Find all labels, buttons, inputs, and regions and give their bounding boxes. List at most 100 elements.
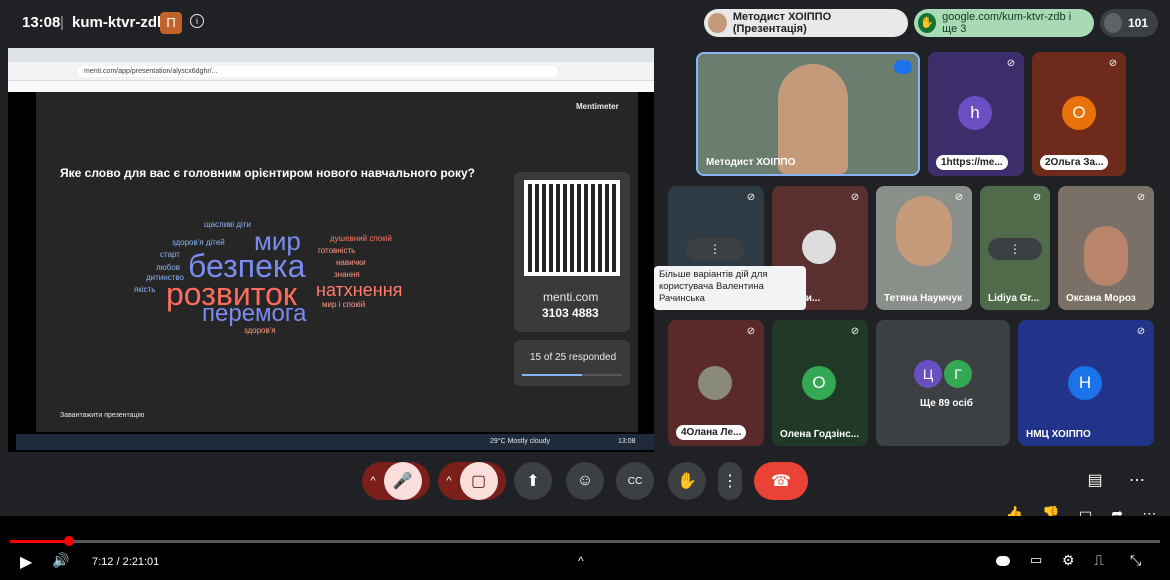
qr-pattern — [528, 184, 616, 272]
mic-off-icon: ⊘ — [1136, 192, 1146, 203]
chat-icon[interactable]: ▤ — [1080, 466, 1110, 496]
mic-off-icon: ⊘ — [850, 326, 860, 337]
present-screen-icon[interactable]: ⬆ — [514, 462, 552, 500]
mic-off-icon: ⊘ — [850, 192, 860, 203]
end-call-icon[interactable]: ☎ — [754, 462, 808, 500]
address-bar[interactable]: menti.com/app/presentation/alyscx6dghr/.… — [78, 66, 558, 77]
avatar: Г — [944, 360, 972, 388]
video-player-bar — [0, 516, 1170, 580]
tile-name: Методист ХОІППО — [706, 157, 796, 168]
avatar: Н — [1068, 366, 1102, 400]
avatar: h — [958, 96, 992, 130]
autoplay-toggle-icon[interactable] — [996, 556, 1010, 566]
presenter-badge[interactable]: Методист ХОІППО (Презентація) — [704, 9, 908, 37]
people-icon — [1104, 13, 1122, 33]
mic-off-icon: ⊘ — [1136, 326, 1146, 337]
link-pill[interactable]: ✋ google.com/kum-ktvr-zdb і ще 3 — [914, 9, 1094, 37]
more-options-icon[interactable]: ⋮ — [718, 462, 742, 500]
avatar: О — [802, 366, 836, 400]
mic-off-icon: ⊘ — [746, 192, 756, 203]
others-label: Ще 89 осіб — [920, 398, 973, 409]
tile-name: Тетяна Наумчук — [884, 293, 963, 304]
chevron-up-icon[interactable]: ^ — [370, 475, 375, 487]
raise-hand-icon[interactable]: ✋ — [668, 462, 706, 500]
participants-button[interactable]: 101 — [1100, 9, 1158, 37]
volume-icon[interactable]: 🔊 — [52, 552, 69, 569]
slide-question: Яке слово для вас є головним орієнтиром … — [60, 166, 476, 180]
tile-name: 1https://me... — [936, 155, 1008, 170]
camera-control[interactable]: ^ ▢ — [438, 462, 506, 500]
link-text: google.com/kum-ktvr-zdb і ще 3 — [942, 11, 1072, 35]
chevron-up-icon[interactable]: ^ — [578, 554, 584, 568]
word-cloud-word: знання — [334, 270, 360, 279]
presenter-label: Методист ХОІППО (Презентація) — [732, 11, 832, 35]
menti-site: menti.com — [543, 290, 599, 304]
info-icon[interactable]: i — [190, 14, 204, 28]
tooltip: Більше варіантів дій для користувача Вал… — [654, 266, 806, 310]
settings-icon[interactable]: ⚙ — [1062, 552, 1075, 569]
fullscreen-exit-icon[interactable]: ⤡ — [1130, 552, 1141, 569]
footer-button[interactable]: Завантажити презентацію — [60, 412, 144, 419]
room-icon[interactable]: П — [160, 12, 182, 34]
chevron-up-icon[interactable]: ^ — [446, 475, 451, 487]
response-progress — [522, 374, 622, 376]
participant-tile-olana[interactable]: ⊘ 4Олана Ле... — [668, 320, 764, 446]
participant-tile-presenter[interactable]: Методист ХОІППО — [696, 52, 920, 176]
participant-video — [1084, 226, 1128, 286]
meeting-time: 13:08 — [22, 14, 61, 31]
tile-name: Lidiya Gr... — [988, 293, 1040, 304]
word-cloud-word: здоров'я — [244, 326, 276, 335]
word-cloud-word: мир і спокій — [322, 300, 366, 309]
responses-card — [514, 340, 630, 386]
meeting-topbar: 13:08 | kum-ktvr-zdb П i Методист ХОІППО… — [0, 0, 1170, 46]
cast-icon[interactable]: ⎍ — [1094, 552, 1104, 569]
taskbar-clock: 13:08 — [618, 438, 636, 445]
emoji-icon[interactable]: ☺ — [566, 462, 604, 500]
taskbar-weather: 29°C Mostly cloudy — [490, 438, 550, 445]
word-cloud-word: щасливі діти — [204, 220, 251, 229]
word-cloud-word: навички — [336, 258, 366, 267]
seek-bar[interactable] — [10, 540, 1160, 543]
apps-grid-icon[interactable]: ⋯ — [1122, 466, 1152, 496]
bookmarks-bar — [8, 80, 654, 92]
avatar: О — [1062, 96, 1096, 130]
mic-control[interactable]: ^ 🎤 — [362, 462, 430, 500]
mentimeter-brand: Mentimeter — [576, 102, 619, 111]
seek-handle[interactable] — [63, 536, 74, 546]
tile-actions-button[interactable]: ⋮ — [686, 238, 744, 260]
participant-tile-o[interactable]: О ⊘ 2Ольга За... — [1032, 52, 1126, 176]
browser-tabs[interactable] — [8, 48, 654, 62]
avatar: Ц — [914, 360, 942, 388]
hand-icon: ✋ — [918, 13, 937, 33]
qr-code[interactable] — [524, 180, 620, 276]
responded-count: 15 of 25 responded — [530, 352, 617, 363]
menti-code: 3103 4883 — [542, 306, 599, 320]
subtitles-icon[interactable]: ▭ — [1030, 552, 1042, 568]
participant-tile-olena[interactable]: О ⊘ Олена Годзінс... — [772, 320, 868, 446]
participant-tile-nmc[interactable]: Н ⊘ НМЦ ХОІППО — [1018, 320, 1154, 446]
word-cloud-word: душевний спокій — [330, 234, 392, 243]
word-cloud-word: натхнення — [316, 280, 403, 300]
participant-tile-others[interactable]: Ц Г Ще 89 осіб — [876, 320, 1010, 446]
response-progress-fill — [522, 374, 582, 376]
windows-taskbar: 29°C Mostly cloudy 13:08 — [16, 434, 654, 450]
mic-off-icon[interactable]: 🎤 — [383, 462, 422, 500]
word-cloud-word: здоров'я дітей — [172, 238, 225, 247]
word-cloud-word: старт — [160, 250, 180, 259]
participant-tile-lidiya[interactable]: ⊘ ⋮ Lidiya Gr... — [980, 186, 1050, 310]
participant-tile-h[interactable]: h ⊘ 1https://me... — [928, 52, 1024, 176]
presenter-avatar — [708, 13, 727, 33]
browser-chrome: menti.com/app/presentation/alyscx6dghr/.… — [8, 48, 654, 92]
tile-name: Олена Годзінс... — [780, 429, 860, 440]
captions-icon[interactable]: CC — [616, 462, 654, 500]
participant-tile-oksana[interactable]: ⊘ Оксана Мороз — [1058, 186, 1154, 310]
mic-off-icon: ⊘ — [954, 192, 964, 203]
camera-off-icon[interactable]: ▢ — [459, 462, 498, 500]
word-cloud-word: готовність — [318, 246, 356, 255]
mic-off-icon: ⊘ — [1006, 58, 1016, 69]
participant-video — [896, 196, 952, 266]
play-icon[interactable]: ▶ — [20, 552, 32, 572]
participant-tile-tetiana[interactable]: ⊘ Тетяна Наумчук — [876, 186, 972, 310]
tile-name: 4Олана Ле... — [676, 425, 747, 440]
tile-actions-button[interactable]: ⋮ — [988, 238, 1042, 260]
